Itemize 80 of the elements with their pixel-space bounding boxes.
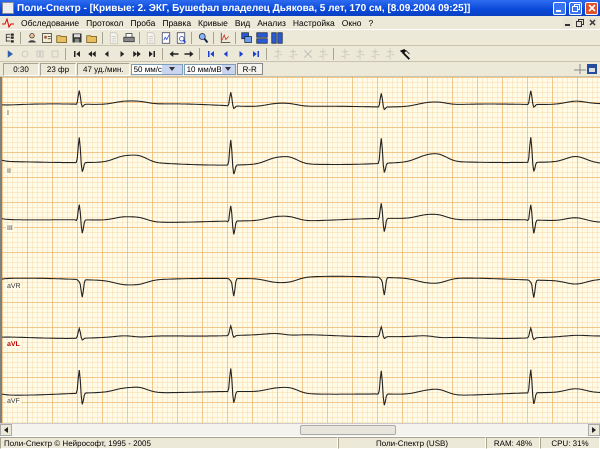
marker-icon	[286, 48, 298, 60]
tile-rows-button[interactable]	[255, 31, 268, 44]
restore-icon	[572, 4, 580, 12]
status-panel: Поли-Спектр (USB)	[338, 437, 486, 449]
scroll-left-button[interactable]	[0, 424, 12, 436]
status-panel: CPU: 31%	[540, 437, 600, 449]
chart-button[interactable]	[218, 31, 231, 44]
marker-icon	[272, 48, 284, 60]
tile-rows-icon	[256, 32, 268, 44]
readout-field: 47 уд./мин.	[77, 62, 130, 76]
scale-dropdown[interactable]: 10 мм/мВ	[184, 64, 236, 74]
tree-button[interactable]	[3, 31, 16, 44]
menu-item[interactable]: Настройка	[292, 18, 335, 28]
status-panel: RAM: 48%	[486, 437, 540, 449]
menu-item[interactable]: ?	[368, 18, 374, 28]
square-icon	[48, 48, 60, 60]
menu-item[interactable]: Окно	[342, 18, 362, 28]
rr-button[interactable]: R-R	[236, 63, 263, 75]
close-icon	[588, 4, 596, 12]
page-icon	[144, 32, 156, 44]
card-icon	[40, 32, 52, 44]
restore-button[interactable]	[569, 2, 582, 14]
readout-field: 23 фр	[40, 62, 76, 76]
minimize-button[interactable]	[563, 18, 573, 28]
hammer-button[interactable]	[398, 47, 411, 60]
menu-item[interactable]: Проба	[130, 18, 156, 28]
window-title: Поли-Спектр - [Кривые: 2. ЭКГ, Бушефал владелец Дьякова, 5 лет, 170 см, [8.09.2004 09:25]]	[17, 2, 472, 14]
printer-button[interactable]	[122, 31, 135, 44]
scroll-right-button[interactable]	[588, 424, 600, 436]
circle-icon	[18, 48, 30, 60]
calculator-icon[interactable]	[587, 64, 597, 74]
page-icon	[108, 32, 120, 44]
page-search-button[interactable]	[174, 31, 187, 44]
chart-icon	[218, 32, 230, 44]
menu-item[interactable]: Обследование	[21, 18, 80, 28]
cascade-windows-icon	[240, 32, 252, 44]
close-icon	[588, 19, 596, 26]
minimize-button[interactable]	[553, 2, 566, 14]
close-button[interactable]	[587, 18, 597, 28]
menu-item[interactable]: Вид	[234, 18, 250, 28]
tile-columns-icon	[270, 32, 282, 44]
restore-icon	[576, 18, 584, 26]
menu-item[interactable]: Анализ	[257, 18, 286, 28]
restore-button[interactable]	[575, 18, 585, 28]
app-icon	[2, 2, 14, 14]
printer-icon	[122, 32, 134, 44]
marker-icon	[368, 48, 380, 60]
readout-field: 0:30	[3, 62, 39, 76]
cascade-windows-button[interactable]	[240, 31, 253, 44]
menu-item[interactable]: Протокол	[86, 18, 124, 28]
horizontal-scrollbar[interactable]	[0, 423, 600, 436]
search-button[interactable]	[196, 31, 209, 44]
scale-dropdown[interactable]: 50 мм/с	[130, 64, 183, 74]
menu-item[interactable]: Кривые	[198, 18, 228, 28]
tile-columns-button[interactable]	[270, 31, 283, 44]
marker-icon	[354, 48, 366, 60]
menu-item[interactable]: Правка	[162, 18, 192, 28]
marker-icon	[316, 48, 328, 60]
pause-icon	[34, 48, 46, 60]
card-button[interactable]	[40, 31, 53, 44]
floppy-icon	[70, 32, 82, 44]
status-panel: Поли-Спектр © Нейрософт, 1995 - 2005	[0, 437, 338, 449]
triangle-left-icon	[4, 427, 8, 433]
caret-icon	[225, 67, 232, 71]
ecg-logo-icon	[2, 18, 14, 28]
triangle-right-icon	[592, 427, 596, 433]
page-chart-icon	[160, 32, 172, 44]
search-icon	[196, 32, 208, 44]
marker-icon	[384, 48, 396, 60]
page-chart-button[interactable]	[159, 31, 172, 44]
caret-icon	[168, 67, 175, 71]
marker-icon	[338, 48, 350, 60]
person-icon	[26, 32, 38, 44]
tree-icon	[4, 32, 16, 44]
cross-icon	[302, 48, 314, 60]
crosshair-icon[interactable]	[574, 64, 586, 74]
page-search-icon	[174, 32, 186, 44]
scrollbar-thumb[interactable]	[300, 425, 396, 435]
floppy-button[interactable]	[70, 31, 83, 44]
hammer-icon	[398, 48, 410, 60]
